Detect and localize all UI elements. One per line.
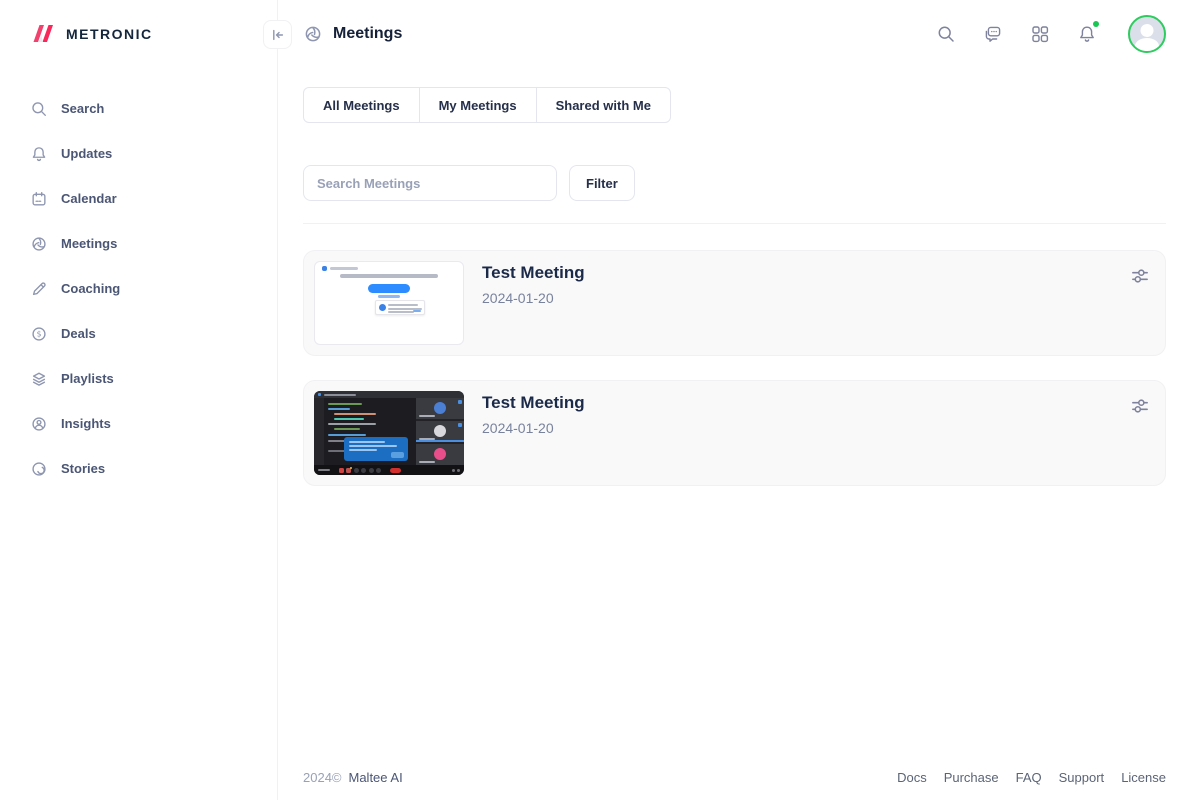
settings-sliders-icon[interactable] [1129, 395, 1151, 417]
meeting-card[interactable]: Test Meeting 2024-01-20 [303, 380, 1166, 486]
page-title-wrap: Meetings [303, 24, 402, 44]
leave-call-button [389, 467, 401, 473]
sidebar-item-label: Playlists [61, 371, 114, 386]
sidebar-item-label: Stories [61, 461, 106, 476]
thumb-join-button [368, 284, 410, 293]
metronic-logo-icon [30, 22, 56, 46]
shield-icon [379, 304, 386, 311]
sidebar-item-deals[interactable]: $ Deals [30, 311, 277, 356]
sidebar-item-label: Meetings [61, 236, 118, 251]
aperture-icon [30, 235, 48, 253]
divider [303, 223, 1166, 224]
settings-sliders-icon[interactable] [1129, 265, 1151, 287]
meeting-card[interactable]: Test Meeting 2024-01-20 [303, 250, 1166, 356]
dollar-circle-icon: $ [30, 325, 48, 343]
sidebar-item-label: Coaching [61, 281, 121, 296]
svg-text:$: $ [37, 329, 42, 338]
apps-grid-icon[interactable] [1030, 24, 1050, 44]
calendar-icon [30, 190, 48, 208]
collapse-sidebar-icon [271, 28, 285, 42]
avatar[interactable] [1128, 15, 1166, 53]
thumb-dialog [375, 300, 425, 315]
app-window: METRONIC Search Updates Calendar Meeting… [0, 0, 1200, 800]
sidebar-item-updates[interactable]: Updates [30, 131, 277, 176]
notification-toast [344, 437, 408, 461]
notifications-bell-icon[interactable] [1077, 21, 1099, 44]
sidebar-item-label: Insights [61, 416, 111, 431]
participant-tile [416, 444, 464, 465]
logo[interactable]: METRONIC [30, 20, 277, 48]
aperture-icon [303, 24, 323, 44]
bell-icon [30, 145, 48, 163]
header-actions [936, 15, 1166, 53]
filter-button[interactable]: Filter [569, 165, 635, 201]
footer-link-support[interactable]: Support [1059, 770, 1105, 785]
stories-circle-icon [30, 460, 48, 478]
participant-tiles [416, 398, 464, 465]
meeting-thumbnail-video-call[interactable] [314, 391, 464, 475]
search-icon [30, 100, 48, 118]
meeting-title[interactable]: Test Meeting [482, 263, 585, 283]
sidebar-item-label: Updates [61, 146, 113, 161]
footer-link-docs[interactable]: Docs [897, 770, 927, 785]
layers-icon [30, 370, 48, 388]
call-toolbar [314, 465, 464, 475]
tab-all-meetings[interactable]: All Meetings [303, 87, 420, 123]
sidebar-item-coaching[interactable]: Coaching [30, 266, 277, 311]
logo-text: METRONIC [66, 26, 153, 42]
collapse-sidebar-button[interactable] [263, 20, 292, 49]
company-link[interactable]: Maltee AI [349, 770, 403, 785]
sidebar-item-stories[interactable]: Stories [30, 446, 277, 491]
header: Meetings [303, 0, 1166, 68]
sidebar: METRONIC Search Updates Calendar Meeting… [0, 0, 292, 800]
copyright-year: 2024© [303, 769, 342, 785]
meetings-tabs: All Meetings My Meetings Shared with Me [303, 87, 1166, 123]
sidebar-item-meetings[interactable]: Meetings [30, 221, 277, 266]
meeting-date: 2024-01-20 [482, 290, 554, 306]
search-icon[interactable] [936, 24, 956, 44]
page-title: Meetings [333, 25, 403, 42]
meeting-date: 2024-01-20 [482, 420, 554, 436]
meeting-thumbnail-waiting-room[interactable] [314, 261, 464, 345]
mic-icon [338, 467, 344, 473]
meeting-title[interactable]: Test Meeting [482, 393, 585, 413]
search-meetings-input[interactable] [303, 165, 557, 201]
sidebar-item-search[interactable]: Search [30, 86, 277, 131]
footer-links: Docs Purchase FAQ Support License [897, 770, 1166, 785]
notification-dot [1093, 21, 1099, 27]
zoom-logo-icon [322, 266, 327, 271]
footer-link-purchase[interactable]: Purchase [944, 770, 999, 785]
camera-icon [346, 466, 352, 473]
sidebar-menu: Search Updates Calendar Meetings Coachin… [30, 86, 277, 491]
tab-shared-with-me[interactable]: Shared with Me [535, 87, 671, 123]
sidebar-item-label: Search [61, 101, 105, 116]
sidebar-item-playlists[interactable]: Playlists [30, 356, 277, 401]
avatar-silhouette [1140, 24, 1154, 37]
filter-row: Filter [303, 165, 1166, 201]
sidebar-item-calendar[interactable]: Calendar [30, 176, 277, 221]
participant-tile [416, 421, 464, 442]
sidebar-item-label: Deals [61, 326, 96, 341]
footer-link-faq[interactable]: FAQ [1016, 770, 1042, 785]
sidebar-item-label: Calendar [61, 191, 117, 206]
participant-tile [416, 398, 464, 419]
main-content: Meetings All Meetings My Meetings Shared… [278, 0, 1200, 800]
tab-my-meetings[interactable]: My Meetings [418, 87, 537, 123]
footer: 2024© Maltee AI Docs Purchase FAQ Suppor… [303, 754, 1166, 800]
chat-icon[interactable] [983, 24, 1003, 44]
footer-link-license[interactable]: License [1121, 770, 1166, 785]
pencil-icon [30, 280, 48, 298]
sidebar-item-insights[interactable]: Insights [30, 401, 277, 446]
person-circle-icon [30, 415, 48, 433]
meetings-list: Test Meeting 2024-01-20 Test Meeting 202… [303, 250, 1166, 486]
